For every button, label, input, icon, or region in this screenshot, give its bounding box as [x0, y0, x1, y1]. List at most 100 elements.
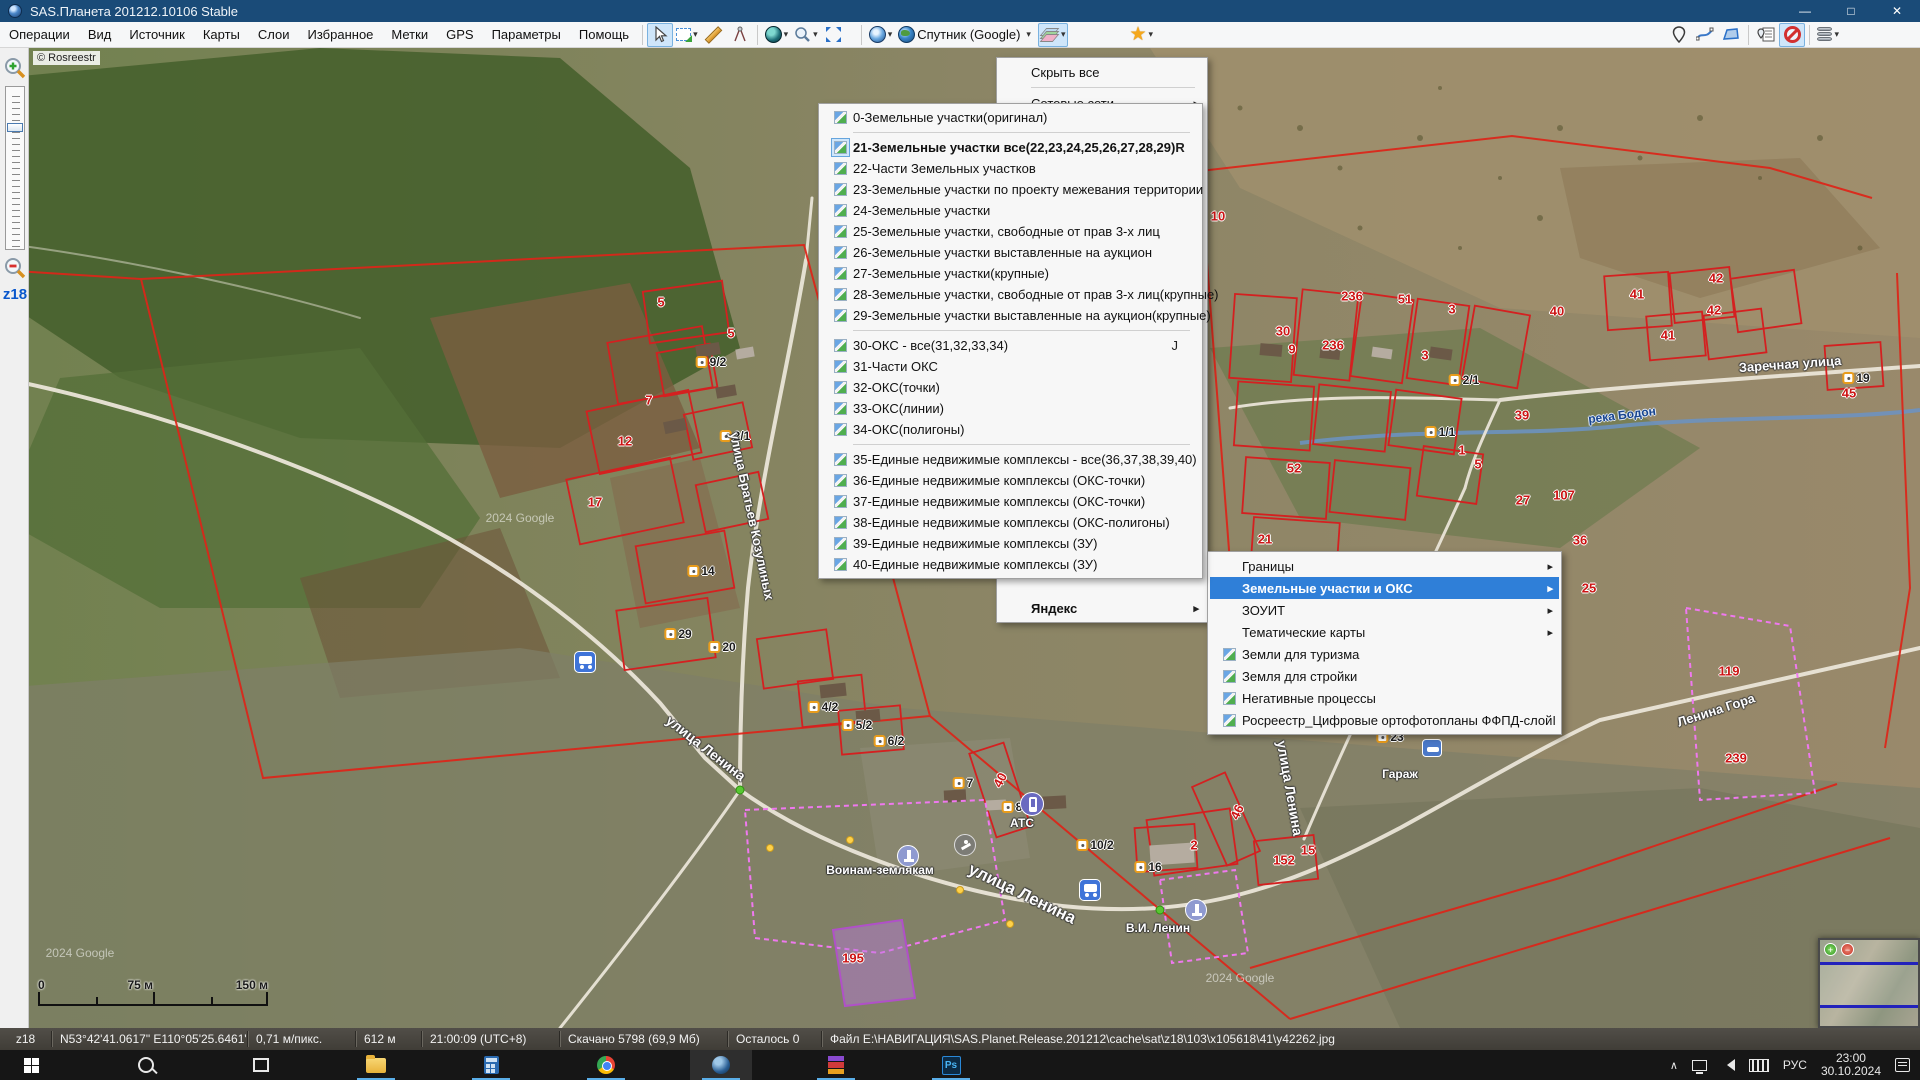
taskbar-chrome[interactable]: [575, 1050, 637, 1080]
dark-globe-icon: [765, 26, 782, 43]
close-button[interactable]: ✕: [1874, 0, 1920, 22]
placemark-manager-button[interactable]: [1753, 23, 1779, 47]
menu-item-parcels-28[interactable]: 28-Земельные участки, свободные от прав …: [821, 284, 1200, 305]
zoom-out-icon[interactable]: [3, 256, 27, 280]
action-center-icon[interactable]: [1895, 1058, 1910, 1072]
layer-icon: [1223, 648, 1236, 661]
zoom-in-icon[interactable]: [3, 56, 27, 80]
menu-item-parcels-0[interactable]: 0-Земельные участки(оригинал): [821, 107, 1200, 128]
stop-download-button[interactable]: [1779, 23, 1805, 47]
parcel-number-label: 51: [1398, 292, 1412, 307]
overview-minimap[interactable]: + −: [1818, 938, 1920, 1028]
language-indicator[interactable]: РУС: [1783, 1058, 1807, 1072]
parcels-submenu: 0-Земельные участки(оригинал) 21-Земельн…: [818, 103, 1203, 579]
taskbar-sasplanet[interactable]: [690, 1050, 752, 1080]
minimize-button[interactable]: —: [1782, 0, 1828, 22]
menu-item-parcels-24[interactable]: 24-Земельные участки: [821, 200, 1200, 221]
taskbar-photoshop[interactable]: Ps: [920, 1050, 982, 1080]
network-icon[interactable]: [1692, 1060, 1707, 1071]
menu-placemarks[interactable]: Метки: [382, 23, 437, 46]
menu-item-parcels-27[interactable]: 27-Земельные участки(крупные): [821, 263, 1200, 284]
menu-item-enk-39[interactable]: 39-Единые недвижимые комплексы (ЗУ): [821, 533, 1200, 554]
distance-tool-button[interactable]: [727, 23, 753, 47]
menu-item-oks-34[interactable]: 34-ОКС(полигоны): [821, 419, 1200, 440]
river-name-label: река Бодон: [1587, 404, 1656, 426]
menu-help[interactable]: Помощь: [570, 23, 638, 46]
favorites-button[interactable]: ★ ▾: [1126, 23, 1156, 47]
menu-item-oks-33[interactable]: 33-ОКС(линии): [821, 398, 1200, 419]
cache-manager-button[interactable]: ▾: [1814, 23, 1842, 47]
menu-item-thematic-maps[interactable]: Тематические карты▸: [1210, 621, 1559, 643]
menu-item-oks-30[interactable]: 30-ОКС - все(31,32,33,34)J: [821, 335, 1200, 356]
menu-item-enk-35[interactable]: 35-Единые недвижимые комплексы - все(36,…: [821, 449, 1200, 470]
zoom-slider-handle[interactable]: [7, 123, 23, 132]
menu-operations[interactable]: Операции: [0, 23, 79, 46]
webmap-button[interactable]: ▾: [762, 23, 792, 47]
menu-item-parcels-21[interactable]: 21-Земельные участки все(22,23,24,25,26,…: [821, 137, 1200, 158]
minimap-viewport[interactable]: [1820, 962, 1918, 1008]
menu-item-enk-38[interactable]: 38-Единые недвижимые комплексы (ОКС-поли…: [821, 512, 1200, 533]
minimap-zoom-in-button[interactable]: +: [1824, 943, 1837, 956]
fullscreen-button[interactable]: [821, 23, 847, 47]
add-path-button[interactable]: [1692, 23, 1718, 47]
zoom-slider[interactable]: [5, 86, 25, 250]
menu-maps[interactable]: Карты: [194, 23, 249, 46]
menu-settings[interactable]: Параметры: [483, 23, 570, 46]
add-polygon-button[interactable]: [1718, 23, 1744, 47]
chevron-down-icon[interactable]: ▾: [784, 29, 789, 40]
chevron-down-icon[interactable]: ▾: [813, 29, 818, 40]
menu-item-parcels-22[interactable]: 22-Части Земельных участков: [821, 158, 1200, 179]
ruler-tool-button[interactable]: [701, 23, 727, 47]
chevron-down-icon[interactable]: ▾: [1149, 29, 1154, 40]
chevron-down-icon[interactable]: ▾: [693, 29, 698, 40]
menu-item-oks-31[interactable]: 31-Части ОКС: [821, 356, 1200, 377]
maximize-button[interactable]: □: [1828, 0, 1874, 22]
menu-item-parcels-29[interactable]: 29-Земельные участки выставленные на аук…: [821, 305, 1200, 326]
menu-item-enk-40[interactable]: 40-Единые недвижимые комплексы (ЗУ): [821, 554, 1200, 575]
menu-item-negative-processes[interactable]: Негативные процессы: [1210, 687, 1559, 709]
taskbar-calculator[interactable]: [460, 1050, 522, 1080]
layers-selector-button[interactable]: ▾: [1038, 23, 1069, 47]
keyboard-icon[interactable]: [1749, 1059, 1769, 1072]
menu-item-hide-all[interactable]: Скрыть все: [999, 61, 1205, 83]
chevron-down-icon[interactable]: ▾: [1061, 29, 1066, 40]
chevron-down-icon[interactable]: ▾: [1834, 29, 1839, 40]
add-placemark-button[interactable]: [1666, 23, 1692, 47]
menu-item-zouit[interactable]: ЗОУИТ▸: [1210, 599, 1559, 621]
menu-item-parcels-26[interactable]: 26-Земельные участки выставленные на аук…: [821, 242, 1200, 263]
menu-item-yandex[interactable]: Яндекс▸: [999, 597, 1205, 619]
menu-item-parcels-25[interactable]: 25-Земельные участки, свободные от прав …: [821, 221, 1200, 242]
chevron-down-icon[interactable]: ▾: [1026, 29, 1031, 40]
minimap-zoom-out-button[interactable]: −: [1841, 943, 1854, 956]
menu-item-tourism-lands[interactable]: Земли для туризма: [1210, 643, 1559, 665]
menu-source[interactable]: Источник: [120, 23, 194, 46]
chevron-down-icon[interactable]: ▾: [888, 29, 893, 40]
menu-item-borders[interactable]: Границы▸: [1210, 555, 1559, 577]
selection-tool-button[interactable]: ▾: [673, 23, 701, 47]
move-tool-button[interactable]: [647, 23, 673, 47]
menu-item-orthophoto[interactable]: Росреестр_Цифровые ортофотопланы ФФПД-сл…: [1210, 709, 1559, 731]
map-type-selector[interactable]: Спутник (Google) ▾: [895, 23, 1034, 47]
menu-item-oks-32[interactable]: 32-ОКС(точки): [821, 377, 1200, 398]
menu-favorites[interactable]: Избранное: [299, 23, 383, 46]
zoom-tool-button[interactable]: ▾: [791, 23, 821, 47]
menu-item-construction-lands[interactable]: Земля для стройки: [1210, 665, 1559, 687]
hidden-icons-chevron[interactable]: ∧: [1670, 1059, 1678, 1072]
taskbar-winrar[interactable]: [805, 1050, 867, 1080]
taskbar-explorer[interactable]: [345, 1050, 407, 1080]
layer-icon: [834, 360, 847, 373]
menu-item-enk-36[interactable]: 36-Единые недвижимые комплексы (ОКС-точк…: [821, 470, 1200, 491]
menu-item-enk-37[interactable]: 37-Единые недвижимые комплексы (ОКС-точк…: [821, 491, 1200, 512]
taskbar-search-button[interactable]: [115, 1050, 177, 1080]
menu-item-parcels-oks[interactable]: Земельные участки и ОКС▸: [1210, 577, 1559, 599]
task-view-button[interactable]: [230, 1050, 292, 1080]
volume-icon[interactable]: [1721, 1059, 1735, 1071]
house-marker-icon: [1425, 426, 1437, 438]
menu-item-parcels-23[interactable]: 23-Земельные участки по проекту межевани…: [821, 179, 1200, 200]
start-button[interactable]: [0, 1050, 62, 1080]
previous-map-button[interactable]: ▾: [866, 23, 896, 47]
taskbar-clock[interactable]: 23:00 30.10.2024: [1821, 1052, 1881, 1078]
menu-gps[interactable]: GPS: [437, 23, 482, 46]
menu-view[interactable]: Вид: [79, 23, 121, 46]
menu-layers[interactable]: Слои: [249, 23, 299, 46]
